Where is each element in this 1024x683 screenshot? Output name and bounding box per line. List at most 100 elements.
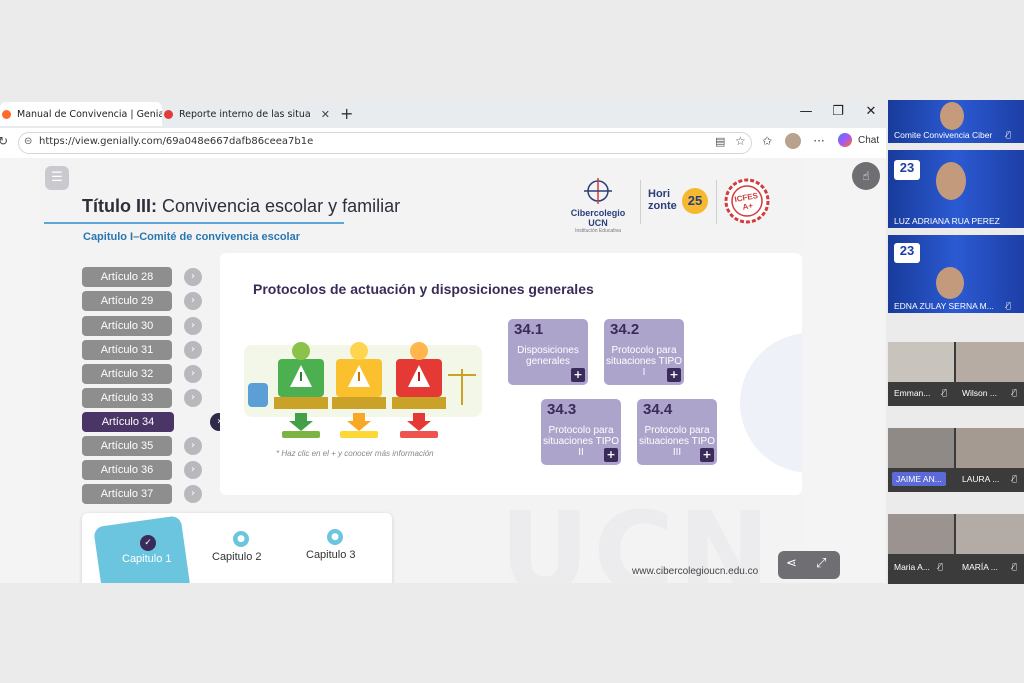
tab-manual-convivencia[interactable]: Manual de Convivencia | Genially ✕ — [0, 102, 162, 126]
participant-name: Comite Convivencia Ciber — [894, 130, 993, 140]
participant-name: LAURA ... — [962, 474, 1000, 484]
warning-levels-illustration — [244, 342, 482, 438]
tab-title: Reporte interno de las situaciones — [179, 108, 311, 120]
mic-off-icon: 🎙̸ — [1006, 301, 1011, 310]
icfes-seal: ICFES A+ — [724, 178, 770, 224]
article-30-button[interactable]: Artículo 30 — [82, 316, 172, 336]
participant-face — [936, 267, 964, 299]
plus-icon[interactable]: + — [700, 448, 714, 462]
chevron-right-icon[interactable]: › — [184, 341, 202, 359]
article-28-button[interactable]: Artículo 28 — [82, 267, 172, 287]
share-controls: ⋖ ⤢ — [778, 551, 840, 579]
panel-decoration — [740, 333, 802, 473]
article-33-button[interactable]: Artículo 33 — [82, 388, 172, 408]
profile-avatar[interactable] — [785, 133, 801, 149]
chapter-3-tab[interactable]: Capitulo 3 — [306, 549, 356, 561]
tab-title: Manual de Convivencia | Genially — [17, 108, 162, 120]
card-34-4[interactable]: 34.4 Protocolo para situaciones TIPO III… — [637, 399, 717, 465]
chapter-navigation: ✓ Capitulo 1 ● Capitulo 2 ● Capitulo 3 — [82, 513, 392, 583]
participant-name: Maria A... — [894, 562, 930, 572]
touch-icon[interactable]: ☝ — [852, 162, 880, 190]
video-feed — [956, 342, 1024, 382]
chevron-right-icon[interactable]: › — [184, 317, 202, 335]
close-tab-icon[interactable]: ✕ — [315, 108, 336, 121]
chevron-right-icon[interactable]: › — [184, 268, 202, 286]
new-tab-icon[interactable]: + — [340, 104, 353, 123]
article-35-button[interactable]: Artículo 35 — [82, 436, 172, 456]
participant-name: Emman... — [894, 388, 931, 398]
participant-tile[interactable]: Comite Convivencia Ciber 🎙̸ — [888, 100, 1024, 143]
plus-icon[interactable]: + — [571, 368, 585, 382]
chevron-right-icon[interactable]: › — [184, 389, 202, 407]
participant-tile[interactable]: JAIME AN... LAURA ... 🎙̸ — [888, 428, 1024, 492]
close-window-icon[interactable]: ✕ — [861, 104, 881, 119]
minimize-icon[interactable]: — — [796, 104, 816, 119]
badge-23: 23 — [894, 160, 920, 180]
card-number: 34.1 — [514, 321, 544, 338]
article-32-button[interactable]: Artículo 32 — [82, 364, 172, 384]
plus-icon[interactable]: + — [604, 448, 618, 462]
tab-reporte-interno[interactable]: Reporte interno de las situaciones ✕ — [164, 102, 336, 126]
article-37-button[interactable]: Artículo 37 — [82, 484, 172, 504]
card-34-2[interactable]: 34.2 Protocolo para situaciones TIPO I + — [604, 319, 684, 385]
chapter-2-tab[interactable]: Capitulo 2 — [212, 551, 262, 563]
favorites-icon[interactable]: ✩ — [758, 134, 776, 148]
genially-favicon-icon — [2, 109, 11, 119]
copilot-icon[interactable] — [838, 133, 852, 147]
restore-icon[interactable]: ❐ — [828, 104, 848, 119]
favorite-star-icon[interactable]: ☆ — [735, 134, 746, 148]
protocols-panel: Protocolos de actuación y disposiciones … — [220, 253, 802, 495]
url-field[interactable]: ⊝ https://view.genially.com/69a048e667da… — [18, 132, 752, 154]
chapter-subtitle: Capitulo I–Comité de convivencia escolar — [83, 231, 301, 243]
cibercolegio-logo: Cibercolegio UCN Institución Educativa — [560, 178, 636, 234]
article-36-button[interactable]: Artículo 36 — [82, 460, 172, 480]
article-31-button[interactable]: Artículo 31 — [82, 340, 172, 360]
page-title: Título III: Convivencia escolar y famili… — [82, 196, 400, 217]
hint-text: * Haz clic en el + y conocer más informa… — [276, 449, 434, 458]
card-34-3[interactable]: 34.3 Protocolo para situaciones TIPO II … — [541, 399, 621, 465]
participant-tile[interactable]: Emman... 🎙̸ Wilson ... 🎙̸ — [888, 342, 1024, 406]
chevron-right-icon[interactable]: › — [184, 461, 202, 479]
video-feed — [956, 514, 1024, 554]
lock-icon: ● — [327, 529, 343, 545]
menu-icon[interactable]: ☰ — [45, 166, 69, 190]
chapter-1-tab[interactable]: Capitulo 1 — [122, 553, 172, 565]
participant-name: EDNA ZULAY SERNA M... — [894, 301, 994, 311]
reload-icon[interactable]: ↻ — [0, 134, 8, 148]
tab-bar: Manual de Convivencia | Genially ✕ Repor… — [0, 100, 886, 128]
mic-off-icon: 🎙̸ — [1006, 130, 1011, 139]
article-29-button[interactable]: Artículo 29 — [82, 291, 172, 311]
page-content: UCN ☰ Título III: Convivencia escolar y … — [0, 158, 886, 583]
url-text: https://view.genially.com/69a048e667dafb… — [39, 136, 314, 147]
title-bold: Título III: — [82, 196, 157, 216]
cibercolegio-emblem-icon — [584, 178, 612, 204]
card-34-1[interactable]: 34.1 Disposiciones generales + — [508, 319, 588, 385]
video-feed — [956, 428, 1024, 468]
chevron-right-icon[interactable]: › — [184, 292, 202, 310]
participant-tile[interactable]: 23 EDNA ZULAY SERNA M... 🎙̸ — [888, 235, 1024, 313]
chevron-right-icon[interactable]: › — [184, 365, 202, 383]
fullscreen-icon[interactable]: ⤢ — [816, 556, 826, 571]
mic-off-icon: 🎙̸ — [942, 388, 947, 397]
participant-name: JAIME AN... — [892, 472, 946, 486]
video-feed — [888, 428, 954, 468]
chevron-right-icon[interactable]: › — [184, 437, 202, 455]
site-info-icon[interactable]: ⊝ — [24, 136, 32, 147]
participant-name: MARÍA ... — [962, 562, 998, 572]
participant-face — [940, 102, 964, 130]
article-34-button[interactable]: Artículo 34 — [82, 412, 174, 432]
chat-label[interactable]: Chat — [858, 135, 879, 146]
reader-view-icon[interactable]: ▤ — [715, 135, 725, 148]
video-feed — [888, 342, 954, 382]
share-icon[interactable]: ⋖ — [786, 556, 797, 571]
chevron-right-icon[interactable]: › — [184, 485, 202, 503]
plus-icon[interactable]: + — [667, 368, 681, 382]
participant-tile[interactable]: Maria A... 🎙̸ MARÍA ... 🎙̸ — [888, 514, 1024, 584]
mic-off-icon: 🎙̸ — [1012, 562, 1017, 571]
more-menu-icon[interactable]: ··· — [810, 134, 828, 148]
participant-tile[interactable]: 23 LUZ ADRIANA RUA PEREZ — [888, 150, 1024, 228]
badge-23: 23 — [894, 243, 920, 263]
address-bar: ↻ ⊝ https://view.genially.com/69a048e667… — [0, 128, 886, 159]
genially-slide: UCN ☰ Título III: Convivencia escolar y … — [40, 158, 802, 583]
title-rest: Convivencia escolar y familiar — [156, 196, 401, 216]
